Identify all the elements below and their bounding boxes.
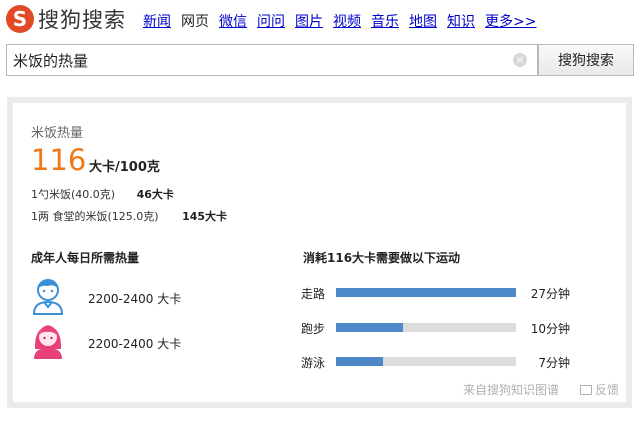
nav-wenwen[interactable]: 问问: [257, 11, 285, 31]
search-input[interactable]: [6, 44, 538, 76]
serving-label: 1两 食堂的米饭(125.0克): [31, 210, 159, 223]
exercise-minutes-swim: 7分钟: [538, 356, 570, 370]
search-button[interactable]: 搜狗搜索: [538, 44, 634, 76]
card-title: 米饭热量: [31, 126, 84, 141]
clear-icon[interactable]: ×: [513, 53, 527, 67]
nav-images[interactable]: 图片: [295, 11, 323, 31]
calorie-unit: 大卡/100克: [89, 160, 160, 175]
nav-weixin[interactable]: 微信: [219, 11, 247, 31]
female-avatar-icon: [34, 325, 62, 359]
daily-calories-title: 成年人每日所需热量: [31, 251, 140, 265]
nav-video[interactable]: 视频: [333, 11, 361, 31]
exercise-label-walk: 走路: [301, 287, 326, 301]
knowledge-card-frame: 米饭热量 116 大卡/100克 1勺米饭(40.0克) 46大卡 1两 食堂的…: [7, 97, 632, 408]
search-row: × 搜狗搜索: [6, 44, 634, 76]
serving-row: 1勺米饭(40.0克) 46大卡: [31, 186, 174, 202]
exercise-minutes-walk: 27分钟: [530, 287, 570, 301]
exercise-label-run: 跑步: [301, 322, 326, 336]
serving-row: 1两 食堂的米饭(125.0克) 145大卡: [31, 208, 227, 224]
calorie-card: 米饭热量 116 大卡/100克 1勺米饭(40.0克) 46大卡 1两 食堂的…: [13, 103, 626, 402]
feedback-icon: [580, 384, 592, 395]
header: S 搜狗搜索 新闻 网页 微信 问问 图片 视频 音乐 地图 知识 更多>>: [0, 0, 640, 42]
calorie-value: 116: [31, 143, 87, 177]
exercise-bar-run: [336, 323, 403, 332]
exercise-bar-track: [336, 323, 516, 332]
exercise-title: 消耗116大卡需要做以下运动: [303, 251, 461, 265]
exercise-minutes-run: 10分钟: [530, 322, 570, 336]
nav-web[interactable]: 网页: [181, 11, 209, 31]
exercise-bar-swim: [336, 357, 383, 366]
source-link[interactable]: 来自搜狗知识图谱: [463, 381, 559, 398]
serving-value: 46大卡: [136, 188, 174, 201]
exercise-bar-track: [336, 288, 516, 297]
nav-music[interactable]: 音乐: [371, 11, 399, 31]
sogou-logo[interactable]: S 搜狗搜索: [6, 4, 126, 34]
daily-range-male: 2200-2400 大卡: [88, 292, 182, 306]
nav-more[interactable]: 更多>>: [485, 11, 536, 31]
serving-value: 145大卡: [182, 210, 228, 223]
logo-text: 搜狗搜索: [38, 8, 126, 32]
male-avatar-icon: [32, 279, 64, 315]
nav-news[interactable]: 新闻: [143, 11, 171, 31]
feedback-button[interactable]: 反馈: [580, 381, 619, 398]
serving-label: 1勺米饭(40.0克): [31, 188, 116, 201]
nav-map[interactable]: 地图: [409, 11, 437, 31]
exercise-bar-walk: [336, 288, 516, 297]
exercise-label-swim: 游泳: [301, 356, 326, 370]
daily-range-female: 2200-2400 大卡: [88, 337, 182, 351]
sogou-logo-icon: S: [6, 5, 34, 33]
nav-bar: 新闻 网页 微信 问问 图片 视频 音乐 地图 知识 更多>>: [143, 11, 546, 31]
nav-knowledge[interactable]: 知识: [447, 11, 475, 31]
feedback-label: 反馈: [595, 383, 620, 397]
exercise-bar-track: [336, 357, 516, 366]
